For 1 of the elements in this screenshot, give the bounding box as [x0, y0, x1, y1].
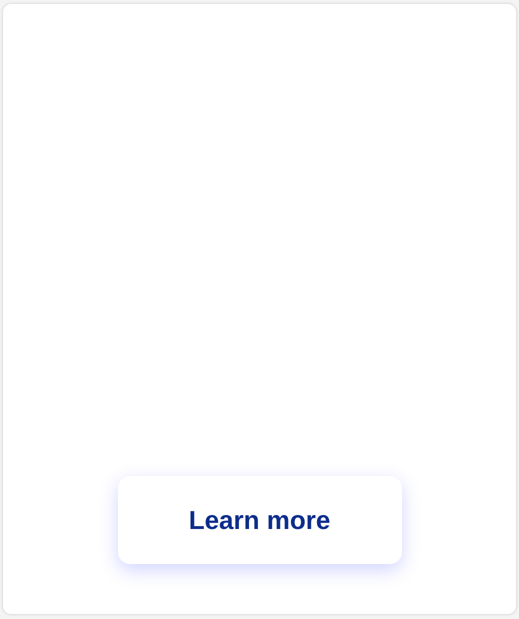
learn-more-button[interactable]: Learn more — [118, 476, 402, 564]
